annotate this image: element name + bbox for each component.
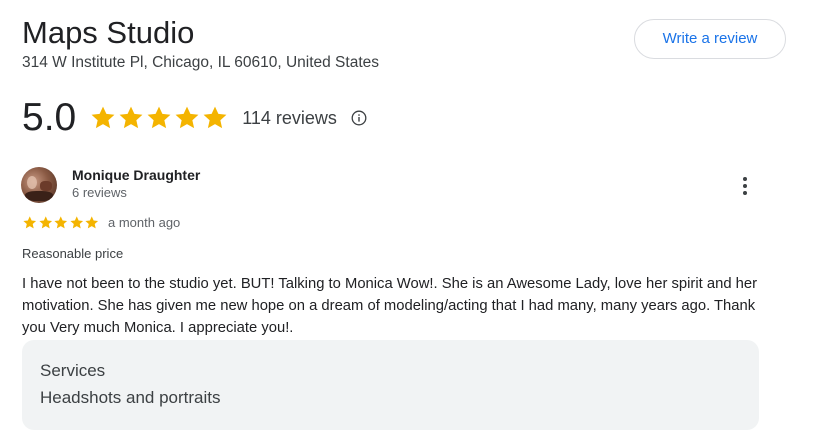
star-icon [85,216,99,229]
review-tag: Reasonable price [22,246,124,261]
rating-value: 5.0 [22,96,77,139]
services-title: Services [40,361,106,380]
more-vert-icon [743,177,747,181]
reviewer-review-count: 6 reviews [72,185,127,200]
services-box: Services Headshots and portraits [22,340,759,430]
star-icon [38,216,52,229]
reviewer-name[interactable]: Monique Draughter [72,166,200,184]
star-icon [69,216,83,229]
review-time: a month ago [108,215,181,230]
review-stars [22,215,100,231]
review-text: I have not been to the studio yet. BUT! … [22,276,758,336]
info-icon[interactable] [351,110,367,126]
star-icon [175,106,199,129]
review-count[interactable]: 114 reviews [242,108,337,129]
write-review-button[interactable]: Write a review [634,19,786,59]
reviewer-avatar[interactable] [21,167,57,203]
star-icon [203,106,227,129]
business-name: Maps Studio [22,15,195,50]
star-icon [119,106,143,129]
business-address: 314 W Institute Pl, Chicago, IL 60610, U… [22,54,379,71]
star-icon [91,106,115,129]
star-icon [147,106,171,129]
more-options-button[interactable] [733,173,757,199]
star-icon [54,216,68,229]
rating-summary: 5.0 114 reviews [22,96,367,140]
star-icon [23,216,37,229]
services-value: Headshots and portraits [40,388,221,407]
rating-stars [89,104,229,132]
